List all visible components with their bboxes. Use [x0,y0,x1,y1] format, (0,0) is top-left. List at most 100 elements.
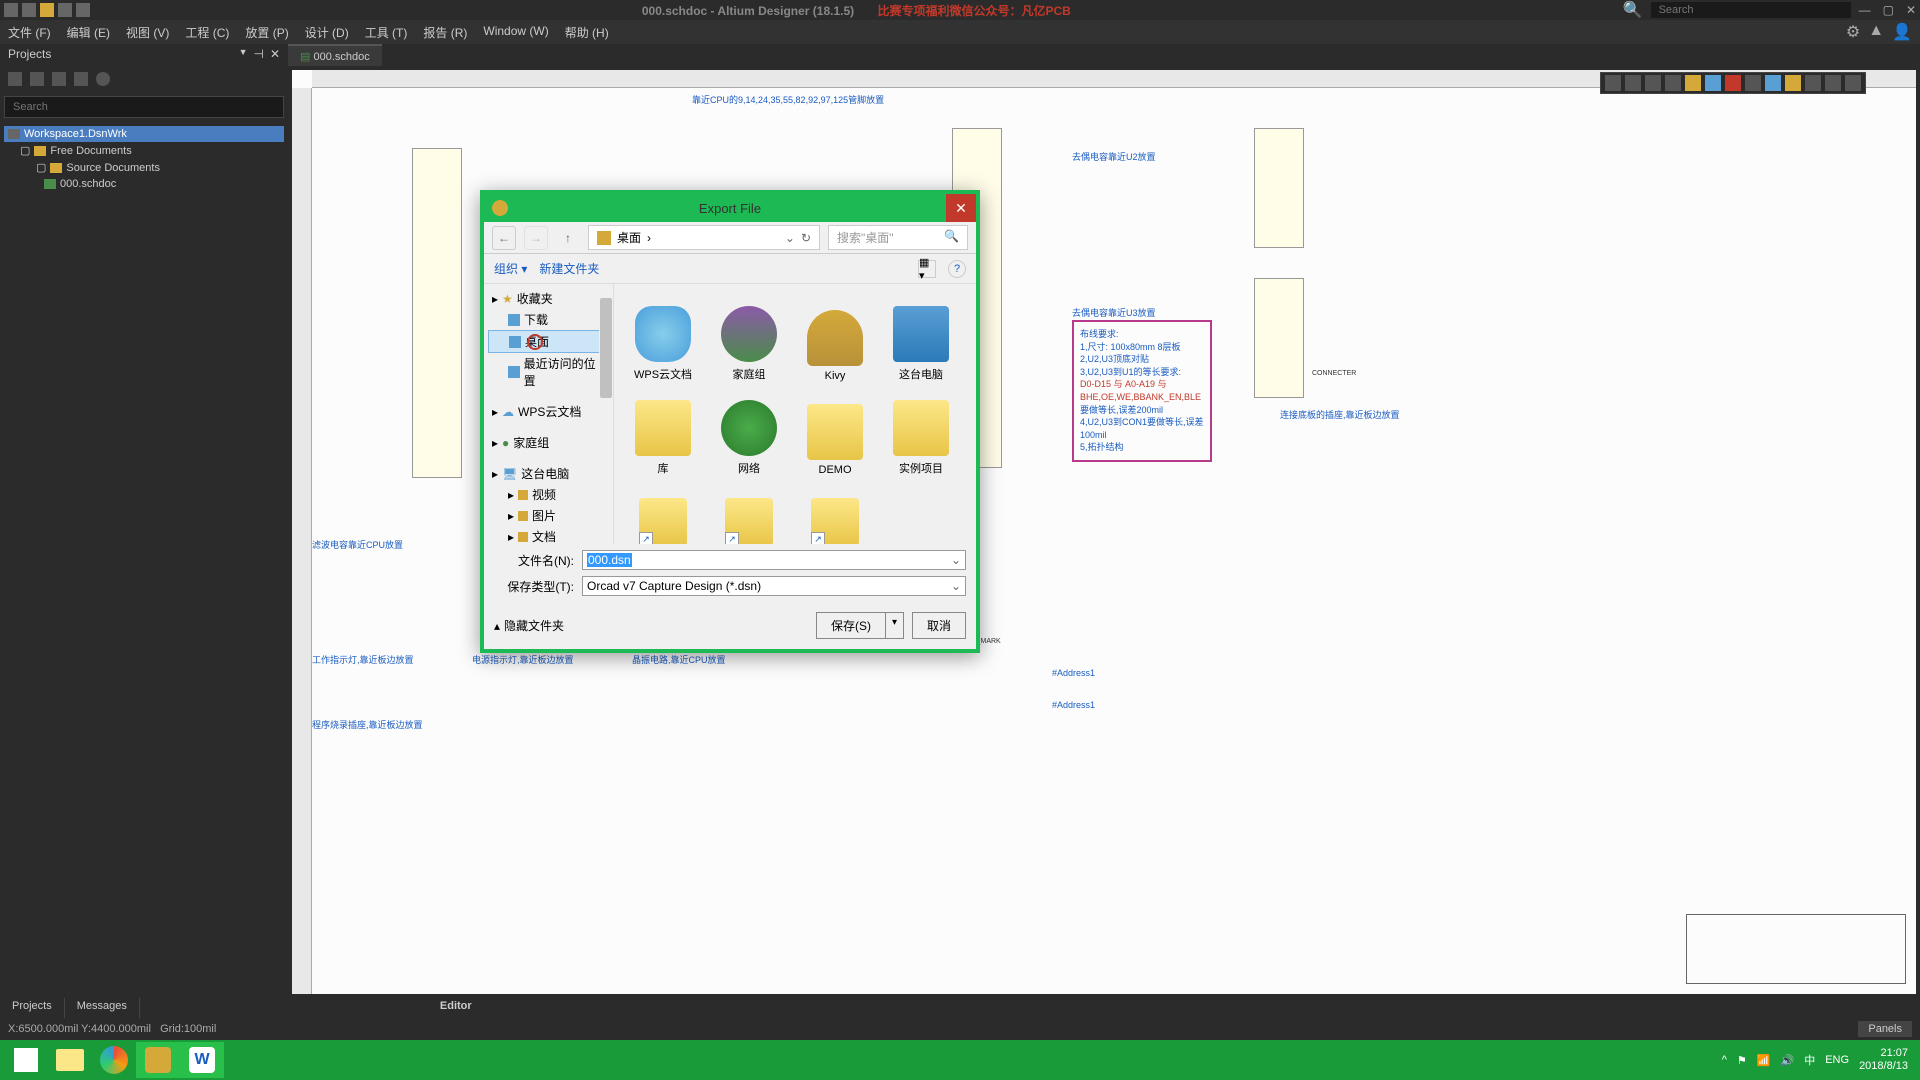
tree-desktop[interactable]: 桌面 [488,330,609,353]
file-wps-cloud[interactable]: WPS云文档 [622,292,704,382]
tray-expand-icon[interactable]: ^ [1722,1054,1727,1066]
file-examples[interactable]: 实例项目 [880,386,962,476]
dialog-search-input[interactable]: 搜索"桌面" 🔍 [828,225,968,250]
file-libraries[interactable]: 库 [622,386,704,476]
projects-search-input[interactable] [4,96,284,118]
shortcut-arrow-icon: ↗ [725,532,739,544]
new-folder-button[interactable]: 新建文件夹 [539,260,599,277]
tree-schdoc-file[interactable]: 000.schdoc [4,176,284,192]
toolbar-icon-2[interactable] [30,72,44,86]
menu-view[interactable]: 视图 (V) [126,24,169,41]
toolbar-icon-1[interactable] [8,72,22,86]
taskbar-wps[interactable]: W [180,1042,224,1078]
file-shortcut-1[interactable]: ↗ [622,480,704,544]
save-icon[interactable] [22,3,36,17]
bottom-tab-messages[interactable]: Messages [65,998,140,1018]
minimize-button[interactable]: — [1859,3,1871,17]
user-icon[interactable]: 👤 [1892,22,1912,42]
tree-pictures[interactable]: ▸图片 [488,505,609,526]
document-tab[interactable]: ▤ 000.schdoc [288,44,382,67]
menu-tools[interactable]: 工具 (T) [365,24,408,41]
hide-folders-button[interactable]: ▴隐藏文件夹 [494,617,564,634]
tree-documents[interactable]: ▸文档 [488,526,609,544]
tray-clock[interactable]: 21:07 2018/8/13 [1859,1047,1908,1073]
breadcrumb-bar[interactable]: 桌面 › ⌄ ↻ [588,225,820,250]
save-button[interactable]: 保存(S)▾ [816,612,904,639]
nav-back-button[interactable]: ← [492,226,516,250]
tree-favorites[interactable]: ▸★收藏夹 [488,288,609,309]
filename-input[interactable]: 000.dsn ⌄ [582,550,966,570]
file-network[interactable]: 网络 [708,386,790,476]
con2-block[interactable] [1254,278,1304,398]
nav-up-button[interactable]: ↑ [556,226,580,250]
tree-homegroup[interactable]: ▸●家庭组 [488,432,609,453]
title-text: 000.schdoc - Altium Designer (18.1.5) 比赛… [90,2,1623,19]
global-search-input[interactable] [1651,2,1851,18]
cancel-button[interactable]: 取消 [912,612,966,639]
tray-ime[interactable]: 中 [1804,1052,1815,1068]
tree-downloads[interactable]: 下载 [488,309,609,330]
panels-button[interactable]: Panels [1858,1021,1912,1037]
dialog-close-button[interactable]: ✕ [946,194,976,222]
help-button[interactable]: ? [948,260,966,278]
menu-window[interactable]: Window (W) [483,24,548,41]
file-homegroup[interactable]: 家庭组 [708,292,790,382]
tree-recent[interactable]: 最近访问的位置 [488,353,609,391]
menu-design[interactable]: 设计 (D) [305,24,349,41]
open-icon[interactable] [40,3,54,17]
taskbar-explorer[interactable] [48,1042,92,1078]
panel-dropdown-icon[interactable]: ▼ [239,47,248,61]
start-button[interactable] [4,1042,48,1078]
menu-reports[interactable]: 报告 (R) [423,24,467,41]
file-shortcut-3[interactable]: ↗ [794,480,876,544]
file-kivy[interactable]: Kivy [794,292,876,382]
undo-icon[interactable] [58,3,72,17]
tray-lang[interactable]: ENG [1825,1054,1849,1066]
taskbar-app-1[interactable] [92,1042,136,1078]
files-scrollbar[interactable] [962,284,976,544]
notifications-icon[interactable]: ▲ [1868,22,1884,42]
tree-wps[interactable]: ▸☁WPS云文档 [488,401,609,422]
nav-forward-button[interactable]: → [524,226,548,250]
tree-free-documents[interactable]: ▢ Free Documents [4,142,284,159]
tree-videos[interactable]: ▸视频 [488,484,609,505]
tree-computer[interactable]: ▸🖥这台电脑 [488,463,609,484]
panel-pin-icon[interactable]: ⊣ [253,47,263,61]
tree-scrollbar[interactable] [599,284,613,544]
tray-volume-icon[interactable]: 🔊 [1781,1054,1795,1067]
workspace-icon [8,129,20,139]
refresh-icon[interactable]: ↻ [801,231,811,245]
maximize-button[interactable]: ▢ [1883,3,1894,17]
file-grid: WPS云文档 家庭组 Kivy 这台电脑 库 网络 DEMO 实例项目 ↗ ↗ … [614,284,976,544]
filetype-select[interactable]: Orcad v7 Capture Design (*.dsn) ⌄ [582,576,966,596]
panel-close-icon[interactable]: ✕ [270,47,280,61]
menu-place[interactable]: 放置 (P) [245,24,288,41]
menu-project[interactable]: 工程 (C) [185,24,229,41]
redo-icon[interactable] [76,3,90,17]
tree-workspace[interactable]: Workspace1.DsnWrk [4,126,284,142]
menu-help[interactable]: 帮助 (H) [565,24,609,41]
settings-icon[interactable]: ⚙ [1846,22,1860,42]
tree-source-documents[interactable]: ▢ Source Documents [4,159,284,176]
dropdown-icon[interactable]: ⌄ [951,553,961,567]
toolbar-settings-icon[interactable] [96,72,110,86]
close-button[interactable]: ✕ [1906,3,1916,17]
con1-block[interactable] [1254,128,1304,248]
menu-edit[interactable]: 编辑 (E) [67,24,110,41]
tray-network-icon[interactable]: 📶 [1757,1054,1771,1067]
file-computer[interactable]: 这台电脑 [880,292,962,382]
file-demo[interactable]: DEMO [794,386,876,476]
save-dropdown-icon[interactable]: ▾ [885,612,904,639]
organize-button[interactable]: 组织 ▾ [494,260,527,277]
tray-flag-icon[interactable]: ⚑ [1737,1054,1747,1067]
taskbar-altium[interactable] [136,1042,180,1078]
file-shortcut-2[interactable]: ↗ [708,480,790,544]
dialog-nav-tree: ▸★收藏夹 下载 桌面 最近访问的位置 ▸☁WPS云文档 ▸●家庭组 ▸🖥这台电… [484,284,614,544]
toolbar-icon-3[interactable] [52,72,66,86]
menu-file[interactable]: 文件 (F) [8,24,51,41]
toolbar-icon-4[interactable] [74,72,88,86]
view-mode-button[interactable]: ▦ ▾ [918,260,936,278]
dropdown-icon[interactable]: ⌄ [951,579,961,593]
bottom-tab-projects[interactable]: Projects [0,998,65,1018]
cpu-block[interactable] [412,148,462,478]
